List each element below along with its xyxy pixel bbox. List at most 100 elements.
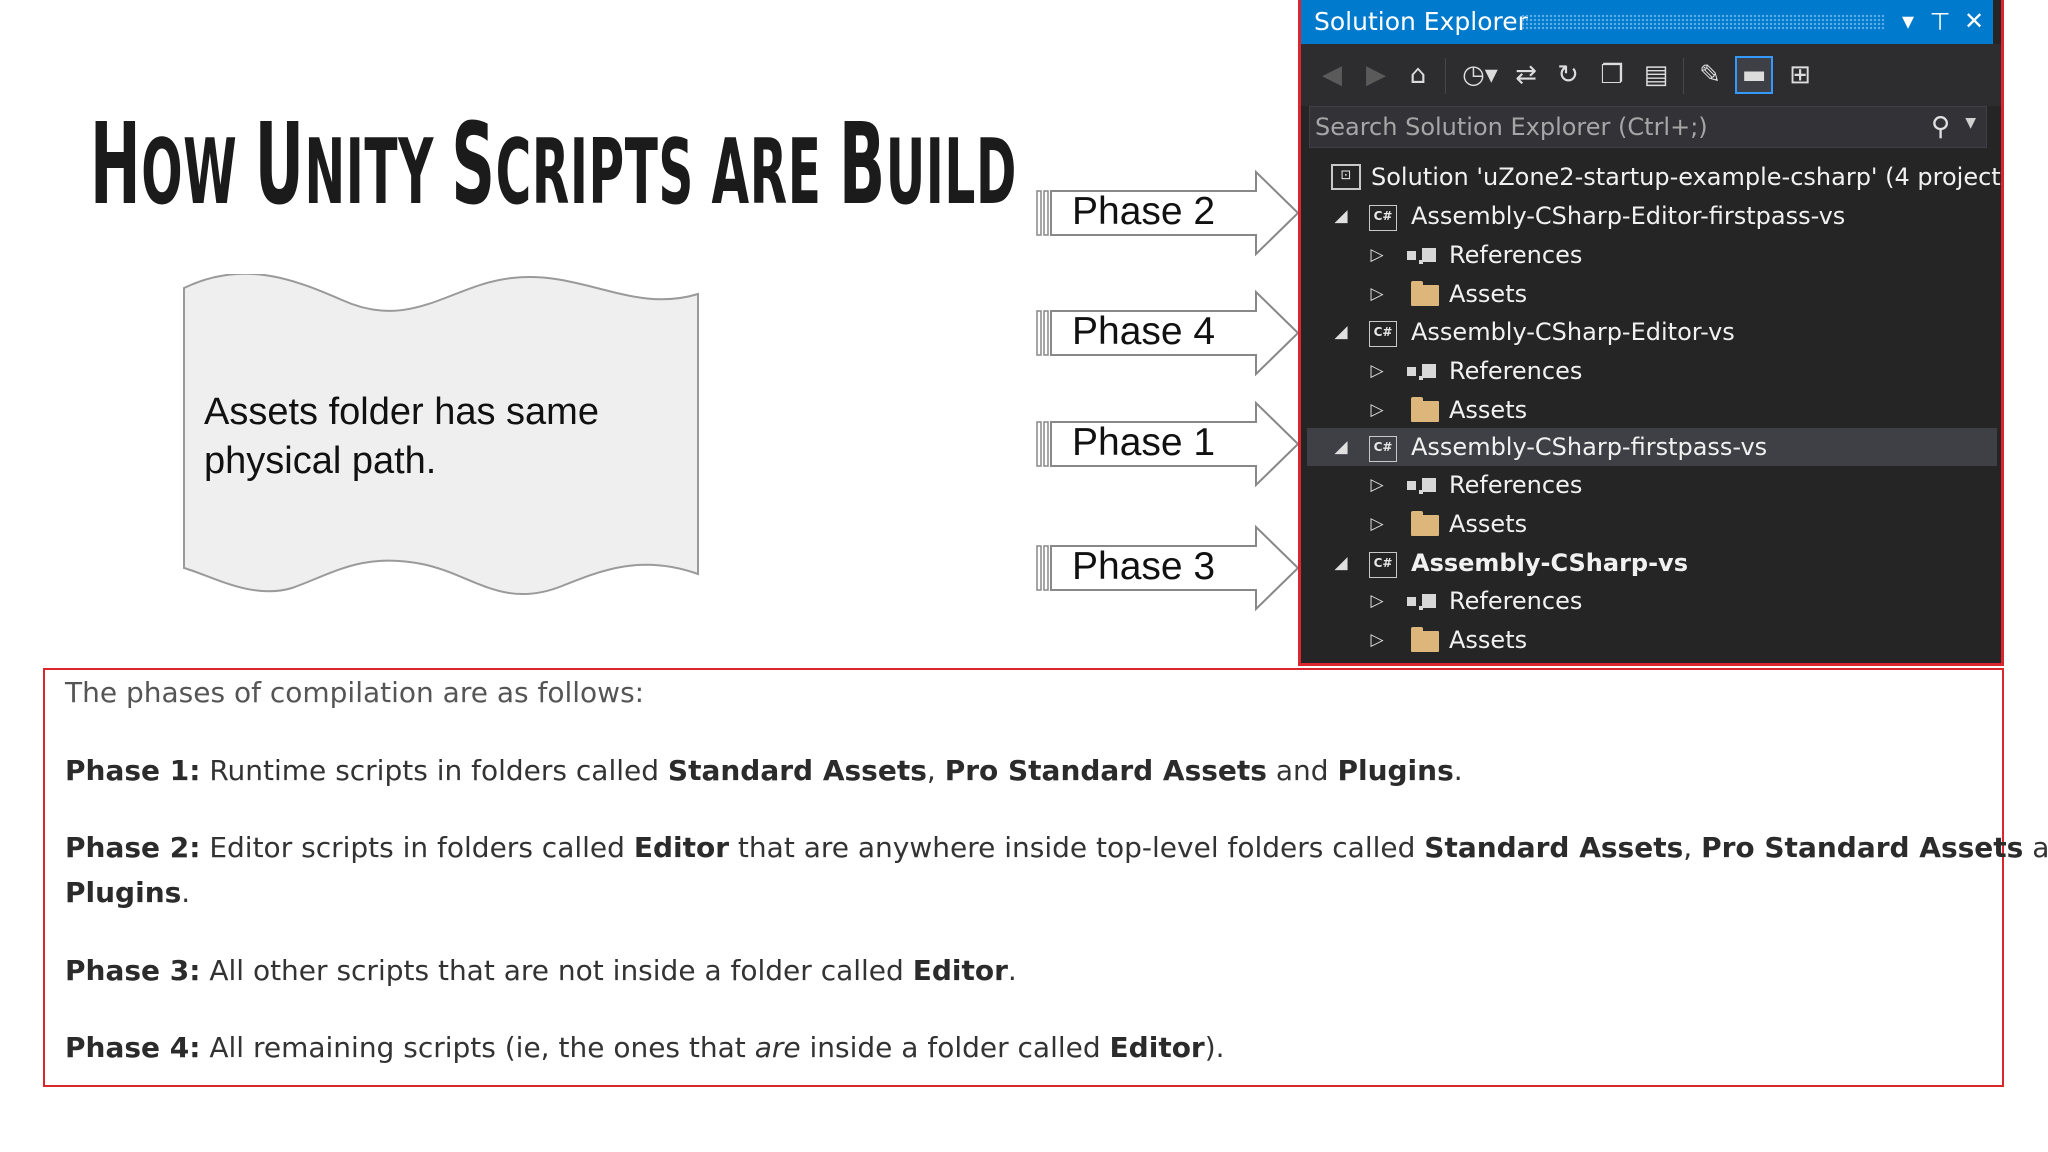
sync-icon[interactable]: ⇄ <box>1507 56 1545 94</box>
refresh-icon[interactable]: ↻ <box>1549 56 1587 94</box>
tree-item-label: Assets <box>1449 510 1528 538</box>
folder-icon <box>1411 627 1439 656</box>
pin-icon[interactable]: ⊥ <box>1925 5 1955 37</box>
properties-icon[interactable]: ✎ <box>1691 56 1729 94</box>
tree-item-folder[interactable]: ▷ Assets <box>1307 505 1997 543</box>
csharp-project-icon: C# <box>1369 205 1397 231</box>
collapsed-arrow-icon[interactable]: ▷ <box>1367 505 1387 543</box>
doc-bold: Plugins <box>1337 754 1454 787</box>
title-cap: U <box>254 100 305 230</box>
phase-arrow: Phase 2 <box>1036 170 1300 256</box>
doc-italic: are <box>754 1031 801 1064</box>
expanded-arrow-icon[interactable]: ◢ <box>1331 197 1351 235</box>
doc-text: . <box>1453 754 1463 787</box>
doc-bold: Pro Standard Assets <box>944 754 1267 787</box>
references-icon <box>1407 476 1437 502</box>
tree-item-references[interactable]: ▷ References <box>1307 582 1997 620</box>
tree-item-solution[interactable]: ⊡ Solution 'uZone2-startup-example-cshar… <box>1307 158 2001 196</box>
tree-item-project-startup[interactable]: ◢ C# Assembly-CSharp-vs <box>1307 544 1997 582</box>
doc-text: , <box>1683 831 1702 864</box>
pending-changes-icon[interactable]: ◷▾ <box>1453 56 1507 94</box>
doc-text: and <box>1266 754 1338 787</box>
solution-explorer-search[interactable]: Search Solution Explorer (Ctrl+;) ⚲ ▼ <box>1309 106 1987 148</box>
phase-arrow-label: Phase 1 <box>1072 421 1216 464</box>
doc-phase-3: Phase 3: All other scripts that are not … <box>65 954 1017 987</box>
doc-text: All other scripts that are not inside a … <box>200 954 913 987</box>
tree-item-project[interactable]: ◢ C# Assembly-CSharp-Editor-vs <box>1307 313 1997 351</box>
collapse-all-icon[interactable]: ❐ <box>1593 56 1631 94</box>
csharp-project-icon: C# <box>1369 436 1397 462</box>
tree-item-label: Solution 'uZone2-startup-example-csharp'… <box>1371 163 2004 191</box>
title-rest: NITY <box>304 120 452 225</box>
doc-phase-4: Phase 4: All remaining scripts (ie, the … <box>65 1031 1225 1064</box>
doc-phase-2-cont: Plugins. <box>65 876 190 909</box>
tree-item-label: Assembly-CSharp-Editor-vs <box>1411 318 1735 346</box>
phase-arrow: Phase 1 <box>1036 401 1300 487</box>
search-options-dropdown-icon[interactable]: ▼ <box>1965 115 1976 131</box>
collapsed-arrow-icon[interactable]: ▷ <box>1367 582 1387 620</box>
doc-bold: Editor <box>1109 1031 1205 1064</box>
expanded-arrow-icon[interactable]: ◢ <box>1331 313 1351 351</box>
expanded-arrow-icon[interactable]: ◢ <box>1331 428 1351 466</box>
solution-explorer-titlebar: Solution Explorer ▾ ⊥ ✕ <box>1301 0 1993 44</box>
toolbar-separator <box>1683 58 1684 94</box>
phase-arrow-label: Phase 4 <box>1072 310 1216 353</box>
tree-item-project[interactable]: ◢ C# Assembly-CSharp-Editor-firstpass-vs <box>1307 197 1997 235</box>
back-icon[interactable]: ◀ <box>1313 56 1351 94</box>
solution-explorer-title: Solution Explorer <box>1314 7 1528 36</box>
slide-title: HOW UNITY SCRIPTS ARE BUILD <box>90 100 1017 230</box>
class-view-icon[interactable]: ⊞ <box>1781 56 1819 94</box>
phase-arrow: Phase 4 <box>1036 290 1300 376</box>
compilation-phases-doc: The phases of compilation are as follows… <box>43 668 2048 1087</box>
tree-item-label: Assets <box>1449 280 1528 308</box>
collapsed-arrow-icon[interactable]: ▷ <box>1367 236 1387 274</box>
titlebar-grip[interactable] <box>1521 14 1885 30</box>
doc-text: Editor scripts in folders called <box>200 831 634 864</box>
tree-item-references[interactable]: ▷ References <box>1307 352 1997 390</box>
doc-bold: Editor <box>912 954 1008 987</box>
tree-item-label: References <box>1449 587 1583 615</box>
title-rest: OW <box>141 120 255 225</box>
phase-label: Phase 1: <box>65 754 201 787</box>
doc-bold: Editor <box>633 831 730 864</box>
collapsed-arrow-icon[interactable]: ▷ <box>1367 621 1387 659</box>
forward-icon[interactable]: ▶ <box>1357 56 1395 94</box>
solution-icon: ⊡ <box>1331 164 1361 190</box>
collapsed-arrow-icon[interactable]: ▷ <box>1367 275 1387 313</box>
tree-item-label: Assembly-CSharp-Editor-firstpass-vs <box>1411 202 1846 230</box>
title-cap: S <box>451 100 496 230</box>
doc-phase-1: Phase 1: Runtime scripts in folders call… <box>65 754 1463 787</box>
folder-icon <box>1411 281 1439 310</box>
window-position-dropdown-icon[interactable]: ▾ <box>1893 5 1923 37</box>
tree-item-folder[interactable]: ▷ Assets <box>1307 391 1997 429</box>
doc-text: and <box>2032 831 2048 864</box>
tree-item-label: Assets <box>1449 626 1528 654</box>
tree-item-label: Assembly-CSharp-firstpass-vs <box>1411 433 1768 461</box>
tree-item-label: References <box>1449 357 1583 385</box>
tree-item-label: References <box>1449 471 1583 499</box>
search-icon[interactable]: ⚲ <box>1931 112 1950 142</box>
solution-explorer-panel: Solution Explorer ▾ ⊥ ✕ ◀ ▶ ⌂ ◷▾ ⇄ ↻ ❐ ▤… <box>1298 0 2004 666</box>
tree-item-references[interactable]: ▷ References <box>1307 466 1997 504</box>
home-icon[interactable]: ⌂ <box>1399 56 1437 94</box>
doc-text: inside a folder called <box>800 1031 1110 1064</box>
collapsed-arrow-icon[interactable]: ▷ <box>1367 391 1387 429</box>
tree-item-folder[interactable]: ▷ Assets <box>1307 621 1997 659</box>
close-icon[interactable]: ✕ <box>1959 5 1989 37</box>
doc-bold: Standard Assets <box>1424 831 1684 864</box>
expanded-arrow-icon[interactable]: ◢ <box>1331 544 1351 582</box>
wave-note-shape: Assets folder has same physical path. <box>182 274 700 600</box>
doc-text: . <box>1007 954 1017 987</box>
tree-item-references[interactable]: ▷ References <box>1307 236 1997 274</box>
collapsed-arrow-icon[interactable]: ▷ <box>1367 352 1387 390</box>
folder-icon <box>1411 397 1439 426</box>
tree-item-folder[interactable]: ▷ Assets <box>1307 275 1997 313</box>
title-cap: B <box>839 100 886 230</box>
csharp-project-icon: C# <box>1369 552 1397 578</box>
doc-text: that are anywhere inside top-level folde… <box>729 831 1425 864</box>
collapsed-arrow-icon[interactable]: ▷ <box>1367 466 1387 504</box>
preview-selected-icon[interactable]: ▬ <box>1735 56 1773 94</box>
tree-item-project-selected[interactable]: ◢ C# Assembly-CSharp-firstpass-vs <box>1307 428 1997 466</box>
show-all-files-icon[interactable]: ▤ <box>1637 56 1675 94</box>
tree-item-label: Assets <box>1449 396 1528 424</box>
